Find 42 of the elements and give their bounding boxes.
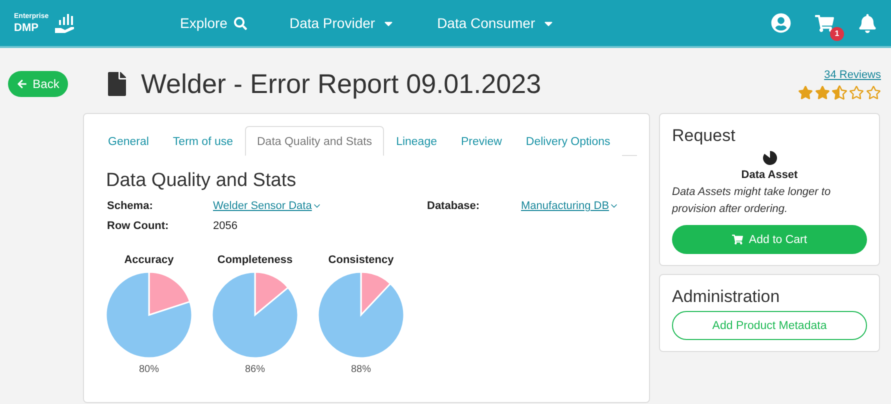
card-title: Administration bbox=[672, 287, 781, 307]
user-icon[interactable] bbox=[771, 13, 791, 33]
file-icon bbox=[105, 72, 129, 96]
card-title: Request bbox=[672, 126, 736, 146]
field-label: Schema: bbox=[107, 200, 154, 212]
back-button[interactable]: Back bbox=[8, 71, 68, 97]
hand-chart-icon bbox=[52, 12, 75, 34]
cart-icon bbox=[732, 234, 743, 245]
add-to-cart-button[interactable]: Add to Cart bbox=[672, 225, 867, 254]
search-icon bbox=[234, 16, 248, 30]
add-metadata-button[interactable]: Add Product Metadata bbox=[672, 311, 867, 340]
star-icon bbox=[815, 84, 830, 100]
chart-title: Completeness bbox=[217, 254, 293, 266]
bell-icon[interactable] bbox=[858, 14, 877, 32]
arrow-left-icon bbox=[16, 79, 27, 89]
cart-badge: 1 bbox=[830, 26, 844, 40]
percent-label: 88% bbox=[350, 364, 371, 375]
chart-title: Accuracy bbox=[124, 254, 174, 266]
page-title: Welder - Error Report 09.01.2023 bbox=[141, 68, 542, 100]
tab[interactable]: Data Quality and Stats bbox=[245, 126, 384, 156]
reviews-link[interactable]: 34 Reviews bbox=[824, 68, 881, 80]
star-icon bbox=[849, 84, 864, 100]
chart-title: Consistency bbox=[328, 254, 394, 266]
section-title: Data Quality and Stats bbox=[106, 170, 298, 192]
field-label: Database: bbox=[427, 200, 481, 212]
star-icon bbox=[832, 84, 847, 100]
percent-label: 80% bbox=[138, 364, 159, 375]
field-link[interactable]: Welder Sensor Data bbox=[213, 200, 427, 212]
cart-icon[interactable] bbox=[815, 14, 834, 32]
pie-icon bbox=[762, 150, 778, 166]
nav-link[interactable]: Data Provider bbox=[289, 15, 396, 31]
brand-name: DMP bbox=[14, 23, 40, 34]
star-icon bbox=[866, 84, 881, 100]
field-label: Row Count: bbox=[107, 220, 170, 232]
asset-type: Data Asset bbox=[740, 169, 799, 181]
field-value: 2056 bbox=[213, 220, 238, 232]
nav-link[interactable]: Explore bbox=[180, 15, 248, 31]
star-icon bbox=[798, 84, 813, 100]
nav-link[interactable]: Data Consumer bbox=[437, 15, 556, 31]
request-note: Data Assets might take longer to provision after ordering. bbox=[672, 185, 832, 216]
percent-label: 86% bbox=[244, 364, 265, 375]
field-link[interactable]: Manufacturing DB bbox=[521, 200, 637, 212]
